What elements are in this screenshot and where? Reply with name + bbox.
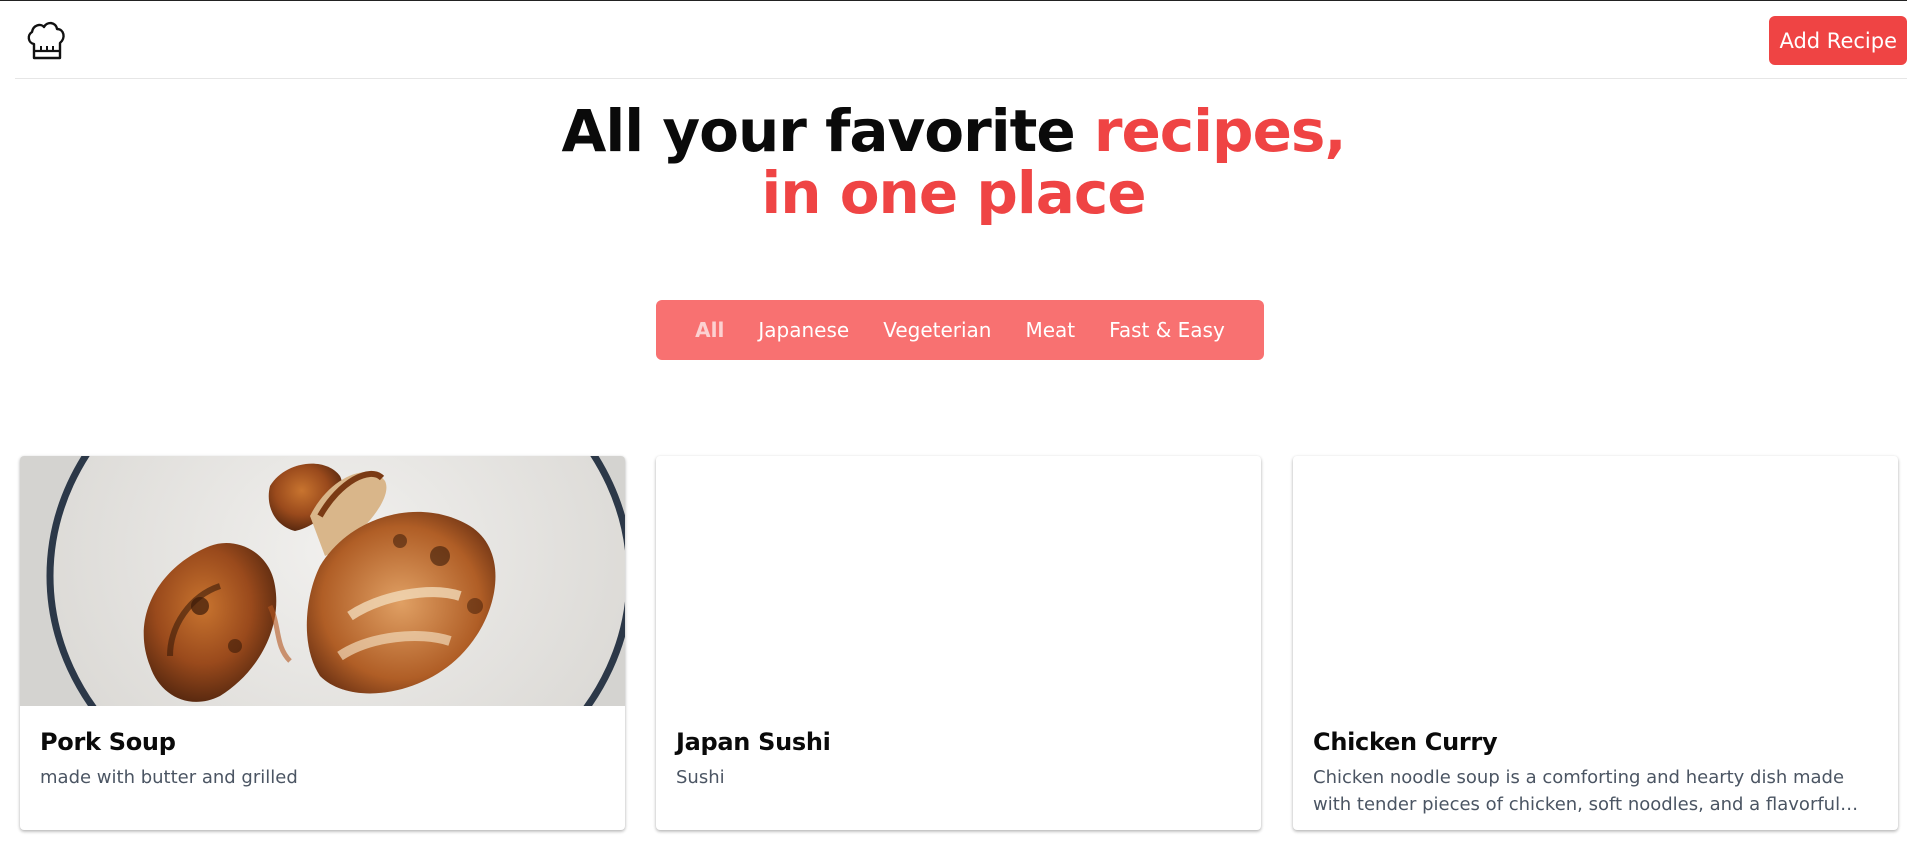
page-title: All your favorite recipes, in one place [0, 100, 1907, 224]
filter-all[interactable]: All [678, 318, 741, 342]
title-line1-red: recipes, [1093, 97, 1347, 165]
filter-japanese[interactable]: Japanese [741, 318, 866, 342]
recipe-title: Pork Soup [40, 728, 176, 756]
recipe-title: Japan Sushi [676, 728, 831, 756]
navbar: Add Recipe [15, 1, 1907, 79]
recipe-title: Chicken Curry [1313, 728, 1498, 756]
chef-hat-icon[interactable] [25, 19, 67, 63]
filter-fast-easy[interactable]: Fast & Easy [1092, 318, 1242, 342]
recipe-image-placeholder [656, 456, 1261, 706]
recipe-card[interactable]: Japan Sushi Sushi [656, 456, 1261, 830]
recipe-description: made with butter and grilled [40, 767, 298, 788]
recipe-card[interactable]: Chicken Curry Chicken noodle soup is a c… [1293, 456, 1898, 830]
recipe-card[interactable]: Pork Soup made with butter and grilled [20, 456, 625, 830]
title-line2-red: in one place [761, 159, 1146, 227]
recipe-image-placeholder [1293, 456, 1898, 706]
title-line1-black: All your favorite [561, 97, 1094, 165]
recipe-image [20, 456, 625, 830]
filter-meat[interactable]: Meat [1008, 318, 1092, 342]
recipe-description: Chicken noodle soup is a comforting and … [1313, 767, 1845, 815]
category-filter-bar: All Japanese Vegeterian Meat Fast & Easy [656, 300, 1264, 360]
filter-vegeterian[interactable]: Vegeterian [866, 318, 1008, 342]
add-recipe-button[interactable]: Add Recipe [1769, 16, 1907, 65]
recipe-description: Sushi [676, 767, 725, 788]
